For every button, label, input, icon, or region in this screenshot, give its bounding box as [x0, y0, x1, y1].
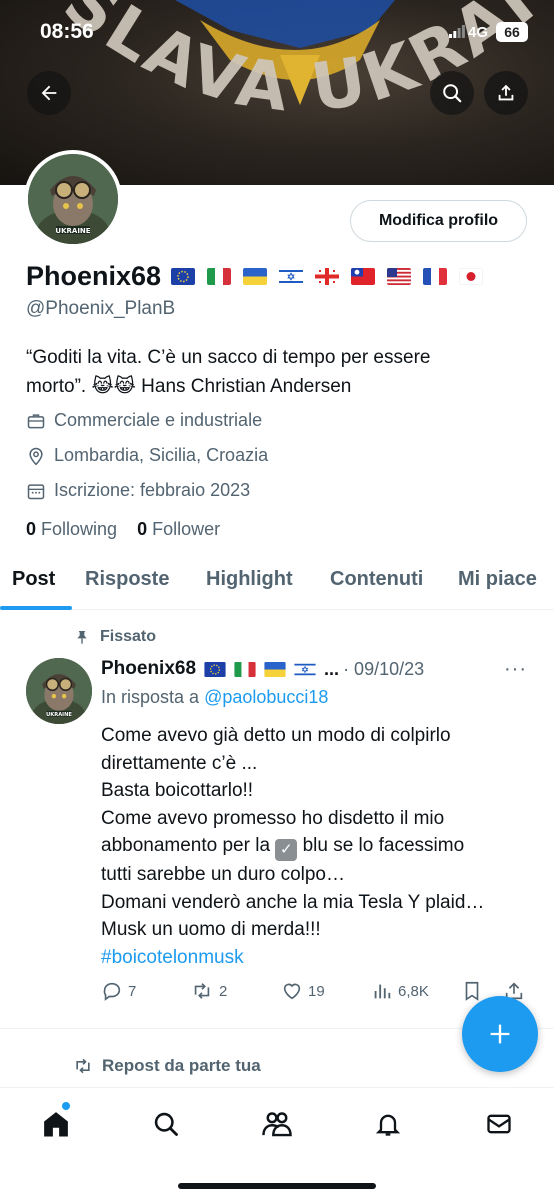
share-icon: [498, 84, 514, 101]
nav-notifications[interactable]: [370, 1106, 406, 1142]
calendar-icon: [27, 483, 45, 499]
views-chart-icon: [374, 984, 391, 999]
profile-bio: “Goditi la vita. C’è un sacco di tempo p…: [26, 343, 526, 401]
status-time: 08:56: [40, 20, 94, 43]
repost-icon: [76, 1058, 90, 1074]
views-button[interactable]: 6,8K: [371, 980, 429, 1002]
signal-icon: [449, 25, 465, 38]
pin-icon: [77, 631, 87, 644]
follow-stats: 0 Following 0 Follower: [26, 519, 220, 540]
eu-flag-icon: [171, 267, 196, 285]
like-button[interactable]: 19: [281, 980, 325, 1002]
post-author-name[interactable]: Phoenix68: [101, 658, 196, 680]
followers-link[interactable]: 0 Follower: [137, 519, 220, 539]
heart-icon: [283, 983, 301, 1000]
tab-media[interactable]: Contenuti: [330, 568, 423, 591]
edit-profile-button[interactable]: Modifica profilo: [350, 200, 527, 242]
search-icon: [443, 84, 462, 103]
reply-context: In risposta a @paolobucci18: [101, 687, 329, 707]
italy-flag-icon: [234, 661, 256, 677]
status-bar: 08:56 4G 66: [0, 0, 554, 60]
bell-icon: [375, 1114, 401, 1136]
profile-handle: @Phoenix_PlanB: [26, 298, 176, 319]
repost-banner: Repost da parte tua: [72, 1056, 261, 1076]
home-indicator: [178, 1183, 376, 1189]
post-header: Phoenix68 ... · 09/10/23: [101, 655, 424, 683]
cat-pilot-avatar-icon: UKRAINE: [26, 658, 92, 724]
location-pin-icon: [29, 447, 43, 465]
briefcase-icon: [27, 413, 45, 428]
profile-tabs: Post Risposte Highlight Contenuti Mi pia…: [0, 555, 554, 610]
ukraine-flag-icon: [243, 267, 268, 285]
name-truncation: ...: [324, 658, 340, 679]
tab-post[interactable]: Post: [12, 568, 55, 591]
profile-avatar[interactable]: UKRAINE: [24, 150, 122, 248]
network-type: 4G: [468, 24, 489, 41]
joined-row: Iscrizione: febbraio 2023: [26, 480, 250, 501]
nav-messages[interactable]: [481, 1106, 517, 1142]
bio-emoji: 😹😹: [91, 376, 136, 397]
ukraine-flag-icon: [264, 661, 286, 677]
check-mark-icon: ✓: [275, 839, 298, 861]
tab-replies[interactable]: Risposte: [85, 568, 169, 591]
joined-text: Iscrizione: febbraio 2023: [54, 480, 251, 500]
search-icon: [154, 1112, 178, 1136]
more-options-icon[interactable]: ···: [504, 658, 527, 681]
profession-text: Commerciale e industriale: [54, 410, 263, 430]
svg-text:UKRAINE: UKRAINE: [46, 712, 72, 718]
bookmark-button[interactable]: [461, 980, 483, 1002]
active-tab-indicator: [0, 606, 72, 610]
post-date[interactable]: · 09/10/23: [343, 659, 424, 680]
tab-likes[interactable]: Mi piace: [458, 568, 537, 591]
communities-icon: [262, 1112, 292, 1137]
battery-indicator: 66: [496, 22, 528, 42]
svg-text:UKRAINE: UKRAINE: [55, 227, 90, 235]
cat-pilot-avatar-icon: UKRAINE: [28, 154, 118, 244]
taiwan-flag-icon: [351, 267, 376, 285]
share-button[interactable]: [484, 71, 528, 115]
notification-dot: [62, 1102, 70, 1110]
nav-communities[interactable]: [259, 1106, 295, 1142]
bio-line-2: morto”. 😹😹 Hans Christian Andersen: [26, 376, 352, 397]
back-button[interactable]: [27, 71, 71, 115]
profile-name-row: Phoenix68: [26, 258, 495, 294]
hashtag-link[interactable]: #boicotelonmusk: [101, 944, 541, 972]
following-link[interactable]: 0 Following: [26, 519, 117, 539]
post-author-avatar[interactable]: UKRAINE: [26, 658, 92, 724]
reply-handle-link[interactable]: @paolobucci18: [204, 687, 328, 707]
location-row: Lombardia, Sicilia, Croazia: [26, 445, 268, 466]
bio-line-1: “Goditi la vita. C’è un sacco di tempo p…: [26, 347, 431, 368]
reply-icon: [103, 982, 121, 1001]
repost-icon: [194, 983, 210, 999]
repost-button[interactable]: 2: [190, 980, 227, 1002]
reply-button[interactable]: 7: [101, 980, 136, 1002]
profile-name: Phoenix68: [26, 260, 162, 291]
israel-flag-icon: [294, 661, 316, 677]
pinned-label: Fissato: [74, 628, 156, 646]
italy-flag-icon: [207, 267, 232, 285]
japan-flag-icon: [459, 267, 484, 285]
plus-icon: [490, 1024, 510, 1044]
arrow-left-icon: [41, 85, 57, 101]
nav-search[interactable]: [148, 1106, 184, 1142]
envelope-icon: [487, 1114, 511, 1134]
compose-post-button[interactable]: [462, 996, 538, 1072]
home-icon: [44, 1112, 68, 1137]
georgia-flag-icon: [315, 267, 340, 285]
nav-home[interactable]: [38, 1106, 74, 1142]
location-text: Lombardia, Sicilia, Croazia: [54, 445, 269, 465]
bookmark-icon: [465, 981, 479, 1001]
france-flag-icon: [423, 267, 448, 285]
usa-flag-icon: [387, 267, 412, 285]
search-button[interactable]: [430, 71, 474, 115]
post-text: Come avevo già detto un modo di colpirlo…: [101, 722, 541, 971]
profession-row: Commerciale e industriale: [26, 410, 262, 431]
israel-flag-icon: [279, 267, 304, 285]
eu-flag-icon: [204, 661, 226, 677]
tab-highlights[interactable]: Highlight: [206, 568, 293, 591]
